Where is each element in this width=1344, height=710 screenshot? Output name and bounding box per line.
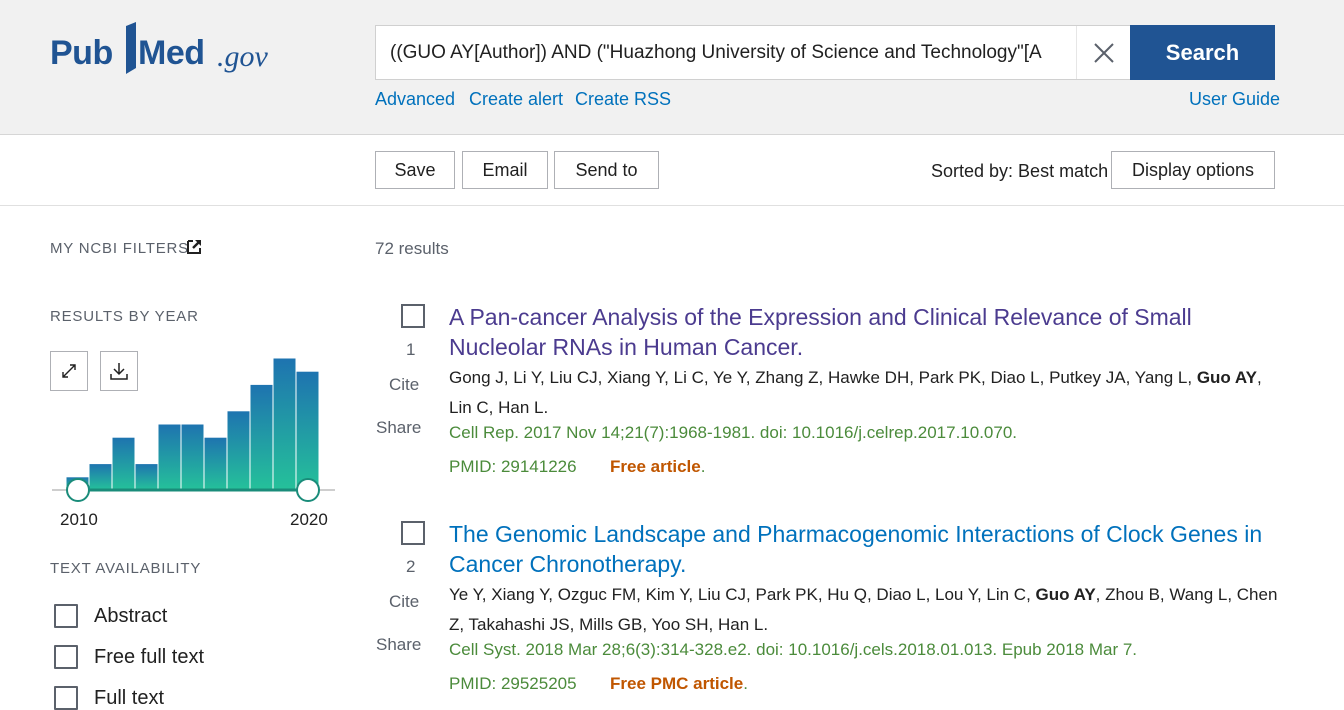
my-ncbi-filters-heading: MY NCBI FILTERS [50, 240, 189, 257]
result-pmid: PMID: 29525205 [449, 674, 577, 693]
year-slider-handle-start[interactable] [66, 478, 90, 502]
result-number: 1 [406, 340, 416, 359]
authors-text: Ye Y, Xiang Y, Ozguc FM, Kim Y, Liu CJ, … [449, 585, 1036, 604]
result-number: 2 [406, 557, 416, 576]
email-button[interactable]: Email [462, 151, 548, 189]
free-article-link[interactable]: Free article. [610, 457, 705, 477]
filter-free-full-text[interactable]: Free full text [54, 645, 204, 669]
filter-full-text[interactable]: Full text [54, 686, 164, 710]
expand-chart-button[interactable] [50, 351, 88, 391]
results-by-year-heading: RESULTS BY YEAR [50, 308, 199, 325]
result-checkbox[interactable] [401, 521, 425, 545]
expand-icon [62, 364, 76, 378]
filter-abstract[interactable]: Abstract [54, 604, 167, 628]
logo-med-text: Med [138, 34, 205, 72]
year-bar-2018[interactable] [249, 383, 274, 491]
year-bar-2014[interactable] [157, 423, 182, 491]
filter-label: Abstract [94, 604, 168, 627]
year-bar-2011[interactable] [88, 463, 113, 491]
free-article-label: Free article [610, 457, 701, 476]
free-article-period: . [743, 674, 748, 693]
create-alert-link[interactable]: Create alert [469, 89, 563, 110]
filter-label: Free full text [94, 645, 205, 668]
year-bar-2015[interactable] [180, 423, 205, 491]
download-icon [110, 363, 128, 380]
download-chart-button[interactable] [100, 351, 138, 391]
year-bar-2012[interactable] [111, 436, 136, 491]
highlighted-author: Guo AY [1035, 585, 1096, 604]
free-article-label: Free PMC article [610, 674, 744, 693]
header: Pub Med .gov Search Advanced Create aler… [0, 0, 1344, 135]
year-bar-2020[interactable] [295, 370, 320, 491]
year-bar-2019[interactable] [272, 357, 297, 491]
cite-button[interactable]: Cite [389, 592, 419, 612]
year-bar-2017[interactable] [226, 410, 251, 491]
share-button[interactable]: Share [376, 418, 421, 438]
checkbox[interactable] [54, 604, 78, 628]
send-to-button[interactable]: Send to [554, 151, 659, 189]
search-button[interactable]: Search [1130, 25, 1275, 80]
year-bar-2013[interactable] [134, 463, 159, 491]
authors-text: Gong J, Li Y, Liu CJ, Xiang Y, Li C, Ye … [449, 368, 1197, 387]
result-authors: Ye Y, Xiang Y, Ozguc FM, Kim Y, Liu CJ, … [449, 580, 1279, 640]
text-availability-heading: TEXT AVAILABILITY [50, 560, 202, 577]
external-link-icon[interactable] [186, 238, 203, 255]
free-article-period: . [700, 457, 706, 476]
logo-pub-text: Pub [50, 34, 113, 72]
result-title-link[interactable]: A Pan-cancer Analysis of the Expression … [449, 302, 1279, 362]
year-slider-handle-end[interactable] [296, 478, 320, 502]
search-input[interactable] [376, 26, 1076, 79]
result-checkbox[interactable] [401, 304, 425, 328]
results-by-year-chart [52, 357, 335, 502]
result-title-link[interactable]: The Genomic Landscape and Pharmacogenomi… [449, 519, 1279, 579]
result-authors: Gong J, Li Y, Liu CJ, Xiang Y, Li C, Ye … [449, 363, 1279, 423]
checkbox[interactable] [54, 686, 78, 710]
display-options-button[interactable]: Display options [1111, 151, 1275, 189]
highlighted-author: Guo AY [1196, 368, 1257, 387]
result-pmid: PMID: 29141226 [449, 457, 577, 476]
search-box [375, 25, 1130, 80]
year-bar-2016[interactable] [203, 436, 228, 491]
save-button[interactable]: Save [375, 151, 455, 189]
logo-gov-text: .gov [217, 40, 268, 73]
share-button[interactable]: Share [376, 635, 421, 655]
advanced-search-link[interactable]: Advanced [375, 89, 455, 110]
year-range-start: 2010 [60, 510, 98, 529]
free-article-link[interactable]: Free PMC article. [610, 674, 748, 694]
result-citation: Cell Rep. 2017 Nov 14;21(7):1968-1981. d… [449, 423, 1018, 442]
year-range-end: 2020 [290, 510, 328, 529]
filter-label: Full text [94, 686, 165, 709]
user-guide-link[interactable]: User Guide [1189, 89, 1280, 110]
results-toolbar: Save Email Send to Sorted by: Best match… [0, 136, 1344, 206]
result-citation: Cell Syst. 2018 Mar 28;6(3):314-328.e2. … [449, 640, 1138, 659]
cite-button[interactable]: Cite [389, 375, 419, 395]
pubmed-logo[interactable]: Pub Med .gov [50, 22, 290, 82]
result-count: 72 results [375, 239, 449, 258]
close-icon [1093, 42, 1114, 63]
clear-search-button[interactable] [1076, 26, 1130, 79]
create-rss-link[interactable]: Create RSS [575, 89, 671, 110]
sort-label: Sorted by: Best match [931, 161, 1109, 181]
checkbox[interactable] [54, 645, 78, 669]
